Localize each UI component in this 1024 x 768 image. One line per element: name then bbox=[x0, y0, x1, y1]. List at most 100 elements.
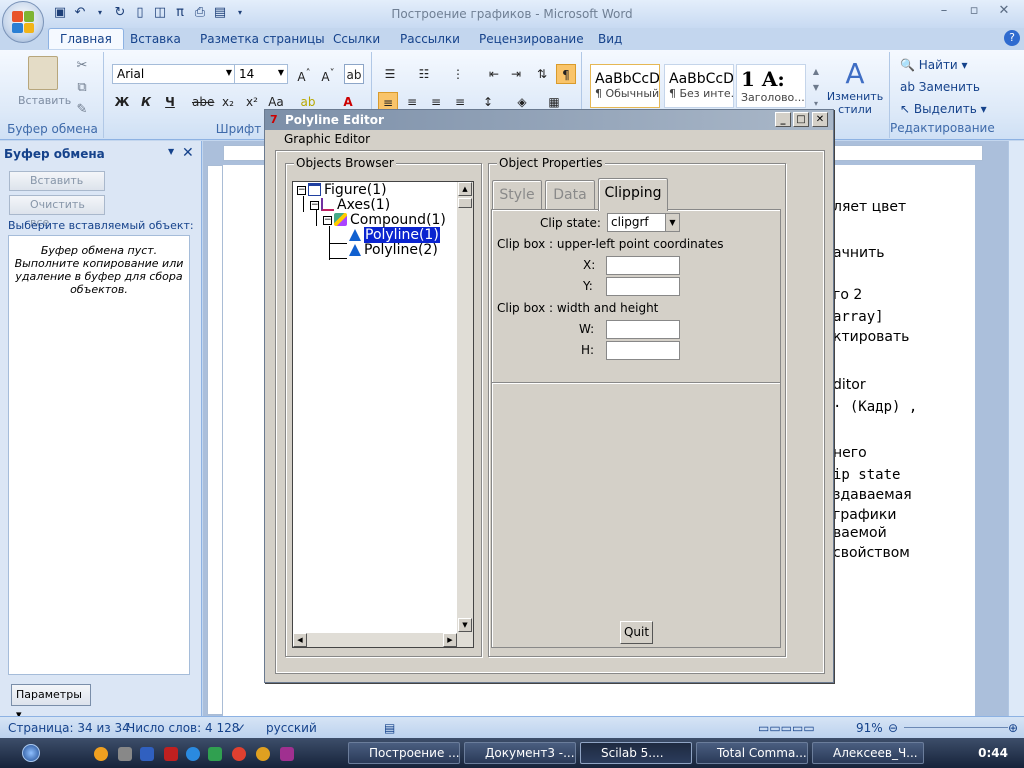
collapse-icon[interactable]: − bbox=[323, 216, 332, 225]
clock[interactable]: 0:44 bbox=[978, 746, 1008, 760]
macro-icon[interactable]: ▤ bbox=[384, 721, 395, 735]
chevron-down-icon[interactable]: ▼ bbox=[665, 214, 679, 231]
tree-horizontal-scrollbar[interactable]: ◀ ▶ bbox=[293, 633, 473, 647]
style-heading[interactable]: 1 A: Заголово... bbox=[736, 64, 806, 108]
quit-button[interactable]: Quit bbox=[620, 621, 653, 644]
app-icon[interactable] bbox=[164, 747, 178, 761]
chrome-icon[interactable] bbox=[232, 747, 246, 761]
strikethrough-icon[interactable]: abe bbox=[192, 92, 214, 112]
scroll-up-icon[interactable]: ▲ bbox=[458, 182, 472, 196]
style-normal[interactable]: AaBbCcDc ¶ Обычный bbox=[590, 64, 660, 108]
paste-all-button[interactable]: Вставить все bbox=[9, 171, 105, 205]
zoom-out-icon[interactable]: ⊖ bbox=[888, 721, 898, 735]
increase-indent-icon[interactable]: ⇥ bbox=[506, 64, 526, 84]
restore-icon[interactable]: ▫ bbox=[964, 3, 984, 21]
clip-w-input[interactable] bbox=[606, 320, 680, 339]
paste-button[interactable]: Вставить bbox=[18, 56, 71, 107]
clear-format-icon[interactable]: ab bbox=[344, 64, 364, 84]
underline-icon[interactable]: Ч bbox=[160, 92, 180, 112]
close-icon[interactable]: ✕ bbox=[994, 3, 1014, 21]
tab-references[interactable]: Ссылки bbox=[333, 32, 380, 46]
subscript-icon[interactable]: x₂ bbox=[218, 92, 238, 112]
bold-icon[interactable]: Ж bbox=[112, 92, 132, 112]
collapse-icon[interactable]: − bbox=[310, 201, 319, 210]
find-button[interactable]: 🔍 Найти ▾ bbox=[900, 58, 968, 72]
app-icon[interactable] bbox=[280, 747, 294, 761]
zoom-level[interactable]: 91% bbox=[856, 721, 883, 735]
minimize-icon[interactable]: _ bbox=[775, 112, 791, 127]
superscript-icon[interactable]: x² bbox=[242, 92, 262, 112]
app-icon[interactable] bbox=[118, 747, 132, 761]
office-button[interactable] bbox=[2, 1, 44, 43]
sort-icon[interactable]: ⇅ bbox=[532, 64, 552, 84]
scroll-thumb[interactable] bbox=[458, 198, 472, 208]
collapse-icon[interactable]: − bbox=[297, 186, 306, 195]
close-icon[interactable]: ✕ bbox=[182, 145, 194, 161]
view-buttons-icon[interactable]: ▭▭▭▭▭ bbox=[758, 721, 815, 735]
tab-review[interactable]: Рецензирование bbox=[479, 32, 584, 46]
tab-style[interactable]: Style bbox=[492, 180, 542, 210]
menu-graphic-editor[interactable]: Graphic Editor bbox=[284, 132, 370, 146]
tab-data[interactable]: Data bbox=[545, 180, 595, 210]
italic-icon[interactable]: К bbox=[136, 92, 156, 112]
taskbar-item[interactable]: Scilab 5.... bbox=[580, 742, 692, 764]
taskbar-item[interactable]: Построение ... bbox=[348, 742, 460, 764]
tab-page-layout[interactable]: Разметка страницы bbox=[200, 32, 325, 46]
tab-home[interactable]: Главная bbox=[48, 28, 124, 49]
start-icon[interactable] bbox=[22, 744, 40, 762]
tree-vertical-scrollbar[interactable]: ▲ ▼ bbox=[457, 182, 473, 633]
ie-icon[interactable] bbox=[186, 747, 200, 761]
app-icon[interactable] bbox=[140, 747, 154, 761]
copy-icon[interactable]: ⧉ bbox=[74, 80, 90, 96]
tab-insert[interactable]: Вставка bbox=[130, 32, 181, 46]
clip-state-select[interactable]: clipgrf ▼ bbox=[607, 213, 680, 232]
styles-scroll-up-icon[interactable]: ▲ bbox=[808, 64, 824, 80]
page-counter[interactable]: Страница: 34 из 34 bbox=[8, 721, 130, 735]
decrease-indent-icon[interactable]: ⇤ bbox=[484, 64, 504, 84]
tree-node-polyline-1[interactable]: Polyline(1) bbox=[349, 227, 440, 243]
objects-tree[interactable]: − Figure(1) − Axes(1) − Compound(1) Polylin… bbox=[292, 181, 474, 648]
scroll-left-icon[interactable]: ◀ bbox=[293, 633, 307, 647]
replace-button[interactable]: ab Заменить bbox=[900, 80, 980, 94]
tab-clipping[interactable]: Clipping bbox=[598, 178, 668, 211]
taskbar-item[interactable]: Алексеев_Ч... bbox=[812, 742, 924, 764]
close-icon[interactable]: ✕ bbox=[812, 112, 828, 127]
taskbar-item[interactable]: Документ3 -... bbox=[464, 742, 576, 764]
grow-font-icon[interactable]: A˄ bbox=[294, 64, 314, 84]
clear-all-button[interactable]: Очистить все bbox=[9, 195, 105, 229]
tree-node-figure[interactable]: − Figure(1) bbox=[297, 182, 387, 198]
tree-node-compound[interactable]: − Compound(1) bbox=[323, 212, 446, 228]
taskbar-item[interactable]: Total Comma... bbox=[696, 742, 808, 764]
clipboard-list[interactable]: Буфер обмена пуст. Выполните копирование… bbox=[8, 235, 190, 675]
select-button[interactable]: ↖ Выделить ▾ bbox=[900, 102, 987, 116]
clip-x-input[interactable] bbox=[606, 256, 680, 275]
tab-mailings[interactable]: Рассылки bbox=[400, 32, 460, 46]
font-name-combo[interactable]: Arial ▼ bbox=[112, 64, 236, 84]
help-icon[interactable]: ? bbox=[1004, 30, 1020, 46]
maximize-icon[interactable]: □ bbox=[793, 112, 809, 127]
app-icon[interactable] bbox=[256, 747, 270, 761]
font-size-combo[interactable]: 14 ▼ bbox=[234, 64, 288, 84]
vertical-scrollbar[interactable] bbox=[1008, 141, 1024, 716]
multilevel-icon[interactable]: ⋮ bbox=[448, 64, 468, 84]
tab-view[interactable]: Вид bbox=[598, 32, 622, 46]
shrink-font-icon[interactable]: A˅ bbox=[318, 64, 338, 84]
tree-node-axes[interactable]: − Axes(1) bbox=[310, 197, 390, 213]
pane-dropdown-icon[interactable]: ▼ bbox=[168, 147, 174, 156]
styles-scroll-down-icon[interactable]: ▼ bbox=[808, 80, 824, 96]
show-marks-icon[interactable]: ¶ bbox=[556, 64, 576, 84]
format-painter-icon[interactable]: ✎ bbox=[74, 102, 90, 118]
bullets-icon[interactable]: ☰ bbox=[380, 64, 400, 84]
app-icon[interactable] bbox=[208, 747, 222, 761]
word-count[interactable]: Число слов: 4 128 bbox=[127, 721, 239, 735]
scroll-right-icon[interactable]: ▶ bbox=[443, 633, 457, 647]
zoom-in-icon[interactable]: ⊕ bbox=[1008, 721, 1018, 735]
minimize-icon[interactable]: – bbox=[934, 3, 954, 21]
firefox-icon[interactable] bbox=[94, 747, 108, 761]
cut-icon[interactable]: ✂ bbox=[74, 58, 90, 74]
clip-y-input[interactable] bbox=[606, 277, 680, 296]
spellcheck-icon[interactable]: ✓ bbox=[236, 721, 246, 735]
options-button[interactable]: Параметры ▾ bbox=[11, 684, 91, 721]
change-styles-button[interactable]: A Изменить стили bbox=[824, 58, 886, 117]
zoom-slider[interactable] bbox=[904, 727, 1008, 728]
